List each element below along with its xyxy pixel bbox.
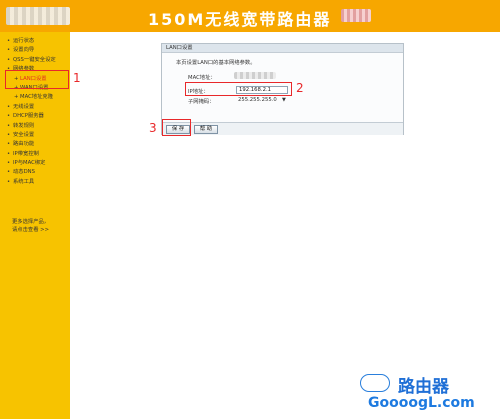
watermark-en: GoooogL.com xyxy=(368,395,475,411)
cloud-logo-icon xyxy=(360,374,390,392)
watermark-cn: 路由器 xyxy=(398,377,449,397)
product-title: 150M无线宽带路由器 xyxy=(148,10,332,29)
sidebar-menu: 运行状态设置向导QSS一键安全设定网络参数LAN口设置WAN口设置MAC地址克隆… xyxy=(0,32,70,419)
mac-label: MAC地址： xyxy=(188,75,216,81)
sidebar-item[interactable]: 路由功能 xyxy=(0,140,70,150)
sidebar-item[interactable]: DHCP服务器 xyxy=(0,112,70,122)
brand-logo-blurred xyxy=(6,7,70,25)
annotation-number-2: 2 xyxy=(296,81,304,95)
annotation-box-save-button xyxy=(162,119,191,136)
chevron-down-icon[interactable]: ▼ xyxy=(282,97,286,103)
panel-description: 本页设置LAN口的基本网络参数。 xyxy=(176,60,256,66)
sidebar-item[interactable]: 设置向导 xyxy=(0,46,70,56)
sidebar-item[interactable]: 动态DNS xyxy=(0,168,70,178)
panel-title: LAN口设置 xyxy=(162,44,403,53)
sidebar-item[interactable]: 系统工具 xyxy=(0,178,70,188)
annotation-box-network-menu xyxy=(5,70,69,89)
top-banner: 150M无线宽带路由器 xyxy=(0,0,500,32)
menu-list: 运行状态设置向导QSS一键安全设定网络参数LAN口设置WAN口设置MAC地址克隆… xyxy=(0,37,70,188)
help-button[interactable]: 帮 助 xyxy=(194,125,218,134)
annotation-number-3: 3 xyxy=(149,121,157,135)
subnet-mask-select[interactable]: 255.255.255.0 xyxy=(238,97,277,103)
annotation-box-ip-field xyxy=(185,82,292,96)
mac-value-blurred xyxy=(234,72,276,79)
sidebar-item[interactable]: MAC地址克隆 xyxy=(0,93,70,103)
site-watermark: 路由器 GoooogL.com xyxy=(360,372,500,419)
button-bar: 保 存 帮 助 xyxy=(162,122,403,135)
more-products-line1: 更多选择产品， xyxy=(12,219,50,225)
subnet-mask-label: 子网掩码： xyxy=(188,99,215,105)
sidebar-item[interactable]: 运行状态 xyxy=(0,37,70,47)
more-products-link[interactable]: 更多选择产品， 请点击查看 >> xyxy=(12,218,49,234)
sidebar-item[interactable]: 无线设置 xyxy=(0,103,70,113)
sidebar-item[interactable]: IP与MAC绑定 xyxy=(0,159,70,169)
more-products-line2: 请点击查看 >> xyxy=(12,227,50,233)
sidebar-item[interactable]: QSS一键安全设定 xyxy=(0,56,70,66)
sidebar-item[interactable]: 转发规则 xyxy=(0,122,70,132)
annotation-number-1: 1 xyxy=(73,71,81,85)
sidebar-item[interactable]: IP带宽控制 xyxy=(0,150,70,160)
sidebar-item[interactable]: 安全设置 xyxy=(0,131,70,141)
model-number-blurred xyxy=(341,9,371,22)
